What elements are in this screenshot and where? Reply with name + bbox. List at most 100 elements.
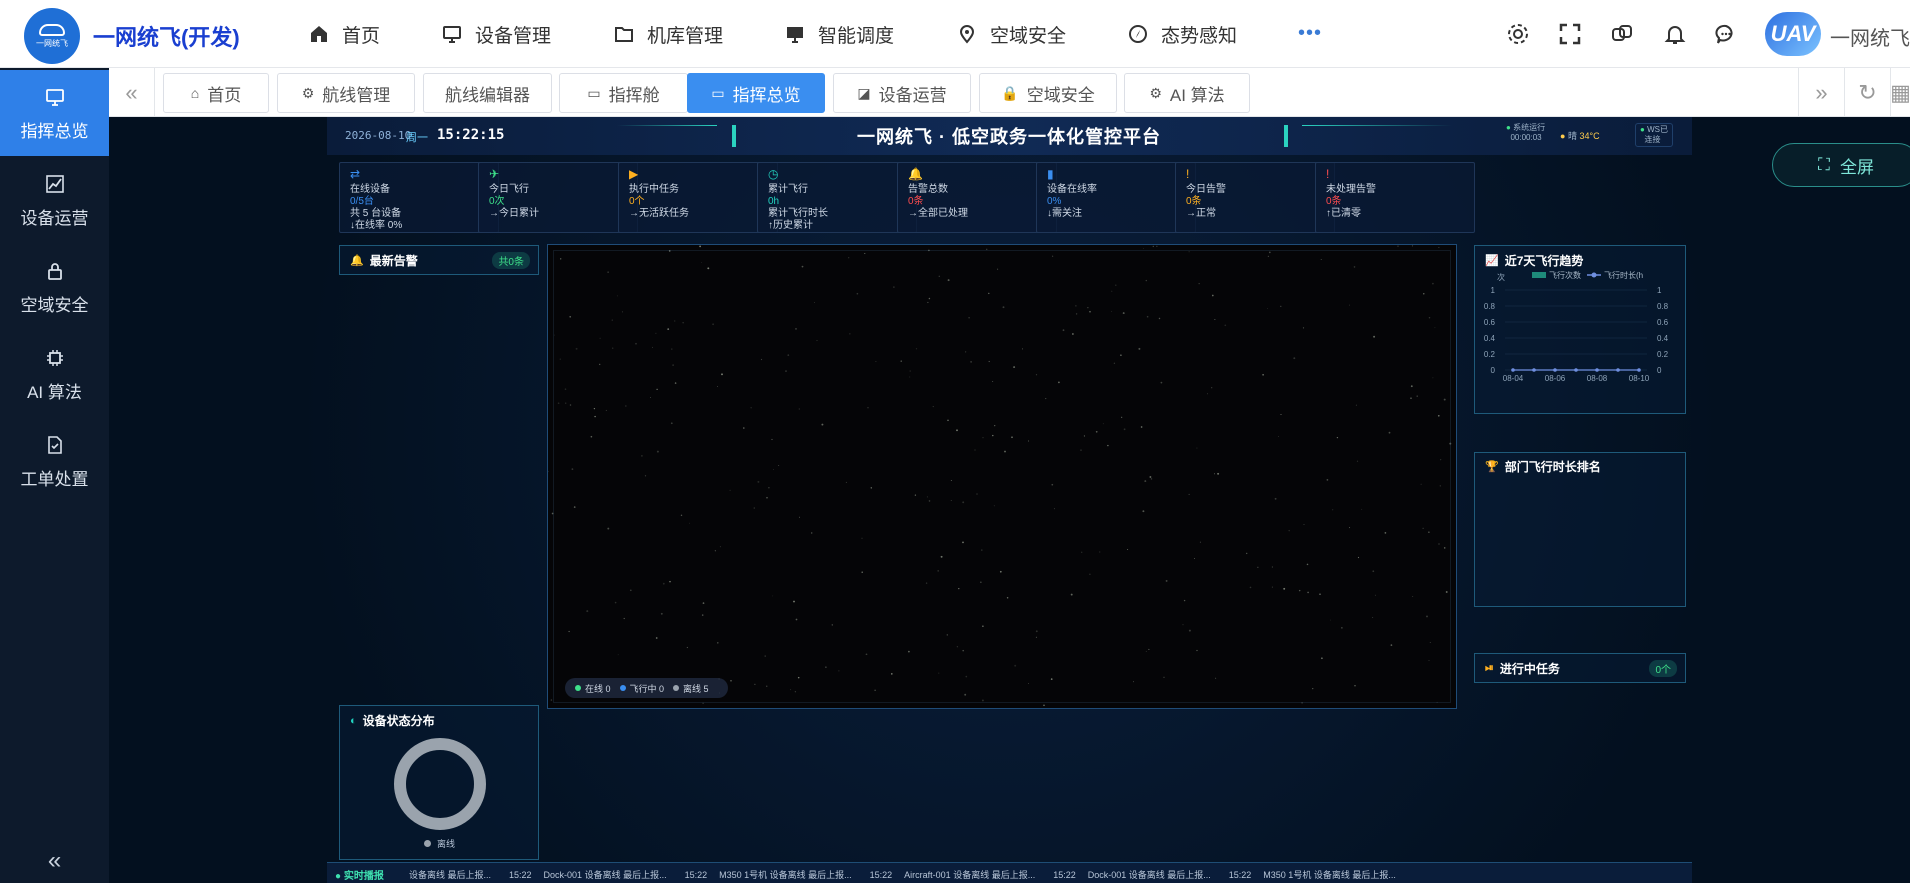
stat-note: 共 5 台设备 (350, 208, 402, 219)
app-logo[interactable]: 一网统飞 (24, 8, 80, 64)
tab-route-editor[interactable]: 航线编辑器 (423, 73, 552, 113)
y-tick-label: 0.4 (1484, 334, 1496, 343)
nav-home[interactable]: 首页 (308, 20, 380, 48)
donut-offline-segment (394, 738, 486, 830)
ticker-time: 15:22 (869, 870, 893, 880)
ticker-text: M350 1号机 设备离线 最后上报... (1263, 870, 1396, 880)
sidebar-item-label: 空域安全 (20, 295, 89, 315)
nav-smart-dispatch[interactable]: 智能调度 (784, 20, 894, 48)
nav-device-management[interactable]: 设备管理 (441, 20, 551, 48)
stat-value: 0条 (1326, 196, 1342, 207)
sidebar-item-airspace-security[interactable]: 空域安全 (0, 244, 109, 330)
nav-label: 态势感知 (1161, 25, 1238, 47)
ticker-item: 设备离线 最后上报... (409, 870, 491, 880)
series-point (1616, 368, 1620, 372)
stat-icon: ▮ (1047, 167, 1054, 181)
ticker-item: 15:22 Dock-001 设备离线 最后上报... (1053, 870, 1211, 880)
tab-command-cabin[interactable]: ▭ 指挥舱 (559, 73, 688, 113)
sidebar-item-command-overview[interactable]: 指挥总览 (0, 70, 109, 156)
tab-label: 设备运营 (878, 85, 947, 105)
settings-icon[interactable] (1504, 20, 1532, 48)
panel-title: 部门飞行时长排名 (1504, 460, 1601, 474)
sidebar-item-work-orders[interactable]: 工单处置 (0, 418, 109, 504)
message-icon[interactable] (1712, 20, 1740, 48)
y-tick-label: 0.8 (1484, 302, 1496, 311)
stat-icon: ⇄ (350, 167, 361, 181)
y-tick-label: 0.2 (1484, 350, 1496, 359)
fullscreen-icon[interactable] (1556, 20, 1584, 48)
tab-route-management[interactable]: ⚙ 航线管理 (277, 73, 415, 113)
map-star (1438, 246, 1440, 248)
avatar[interactable]: UAV (1765, 12, 1821, 56)
top-navigation-bar: 一网统飞 一网统飞(开发) 首页 设备管理 机库管理 智能调度 空域安全 态势感… (0, 0, 1910, 68)
tab-home[interactable]: ⌂ 首页 (163, 73, 269, 113)
header-divider (1302, 125, 1452, 126)
uptime-value: 00:00:03 (1510, 133, 1542, 142)
stat-title: 告警总数 (908, 184, 948, 195)
tab-command-overview[interactable]: ▭ 指挥总览 (687, 73, 825, 113)
fullscreen-button[interactable]: ⛶ 全屏 (1772, 143, 1910, 187)
nav-situational-awareness[interactable]: 态势感知 (1127, 20, 1237, 48)
x-tick-label: 08-10 (1629, 374, 1650, 383)
grid-icon[interactable]: ▦ (1890, 68, 1910, 117)
flight-trend-chart: 次飞行次数 飞行时长(h1 10.8 0.80.6 0.60.4 0.40.2 0.20 00… (1484, 270, 1669, 383)
stat-card: ⇄ 在线设备 0/5台共 5 台设备 ↓在线率 0% (339, 162, 499, 233)
y-tick-label: 1 (1657, 286, 1662, 295)
nav-label: 空域安全 (990, 25, 1067, 47)
series-point (1637, 368, 1641, 372)
tab-device-operations[interactable]: ◪ 设备运营 (833, 73, 971, 113)
dashboard: 2026-08-10 周一 15:22:15 一网统飞 · 低空政务一体化管控平… (327, 117, 1692, 883)
stat-card: 🔔 告警总数 0条 →全部已处理 (897, 162, 1057, 233)
link-icon[interactable] (1608, 20, 1636, 48)
sun-icon: ● (1560, 131, 1566, 141)
bell-icon[interactable] (1661, 20, 1689, 48)
ws-status-text: WS已 (1647, 125, 1668, 134)
chip-icon (43, 346, 67, 370)
tab-scroll-left-icon[interactable]: « (109, 68, 155, 117)
nav-label: 设备管理 (475, 25, 552, 47)
header-accent-bar (1284, 125, 1288, 147)
brand-title: 一网统飞(开发) (93, 25, 240, 50)
tab-airspace-security[interactable]: 🔒 空域安全 (979, 73, 1117, 113)
sidebar-item-ai-algorithm[interactable]: AI 算法 (0, 331, 109, 417)
user-name[interactable]: 一网统飞 (1830, 22, 1910, 51)
header-date: 2026-08-10 (345, 129, 412, 142)
tab-label: 航线管理 (322, 85, 391, 105)
task-icon: ⏯ (1485, 662, 1494, 674)
flight-trend-panel: 📈 近7天飞行趋势 次 飞行次数 飞行时长(h 1 1 0.8 0.8 0.6 0.6 0.4 0.4… (1474, 245, 1686, 414)
nav-hangar-management[interactable]: 机库管理 (613, 20, 723, 48)
tab-scroll-right-icon[interactable]: » (1798, 68, 1844, 117)
map-star (1043, 704, 1045, 707)
sidebar-item-device-operations[interactable]: 设备运营 (0, 157, 109, 243)
sidebar-item-label: 工单处置 (20, 469, 89, 489)
document-check-icon (43, 433, 67, 457)
map-star (548, 470, 549, 473)
nav-airspace-security[interactable]: 空域安全 (956, 20, 1066, 48)
legend-label: 离线 (437, 839, 456, 849)
stat-note: ↑已清零 (1326, 208, 1361, 219)
ws-status-text: 连接 (1644, 135, 1661, 144)
stat-title: 今日告警 (1186, 184, 1226, 195)
series-point (1574, 368, 1578, 372)
sidebar-collapse-button[interactable]: « (0, 839, 109, 883)
tab-ai-algorithm[interactable]: ⚙ AI 算法 (1124, 73, 1250, 113)
ticker-item: 15:22 Aircraft-001 设备离线 最后上报... (870, 870, 1036, 880)
stat-value: 0/5台 (350, 196, 374, 207)
legend-label: 飞行次数 (1549, 270, 1581, 280)
stat-card: ✈ 今日飞行 0次 →今日累计 (478, 162, 638, 233)
ticker-time: 15:22 (1053, 870, 1076, 880)
x-tick-label: 08-06 (1545, 374, 1566, 383)
stat-title: 在线设备 (350, 184, 390, 195)
legend-offline: 离线 5 (673, 682, 709, 695)
stat-value: 0h (768, 196, 780, 207)
trophy-icon: 🏆 (1485, 461, 1499, 473)
monitor-icon: ▭ (711, 84, 725, 101)
refresh-icon[interactable]: ↻ (1844, 68, 1890, 117)
map-view[interactable]: 在线 0 飞行中 0 离线 5 (547, 244, 1457, 709)
sidebar-item-label: AI 算法 (27, 382, 82, 402)
tab-label: 空域安全 (1026, 85, 1095, 105)
stat-value: 0条 (908, 196, 924, 207)
more-menu-button[interactable]: ••• (1298, 22, 1322, 45)
stat-title: 未处理告警 (1326, 184, 1376, 195)
legend-label: 飞行中 0 (629, 683, 665, 694)
